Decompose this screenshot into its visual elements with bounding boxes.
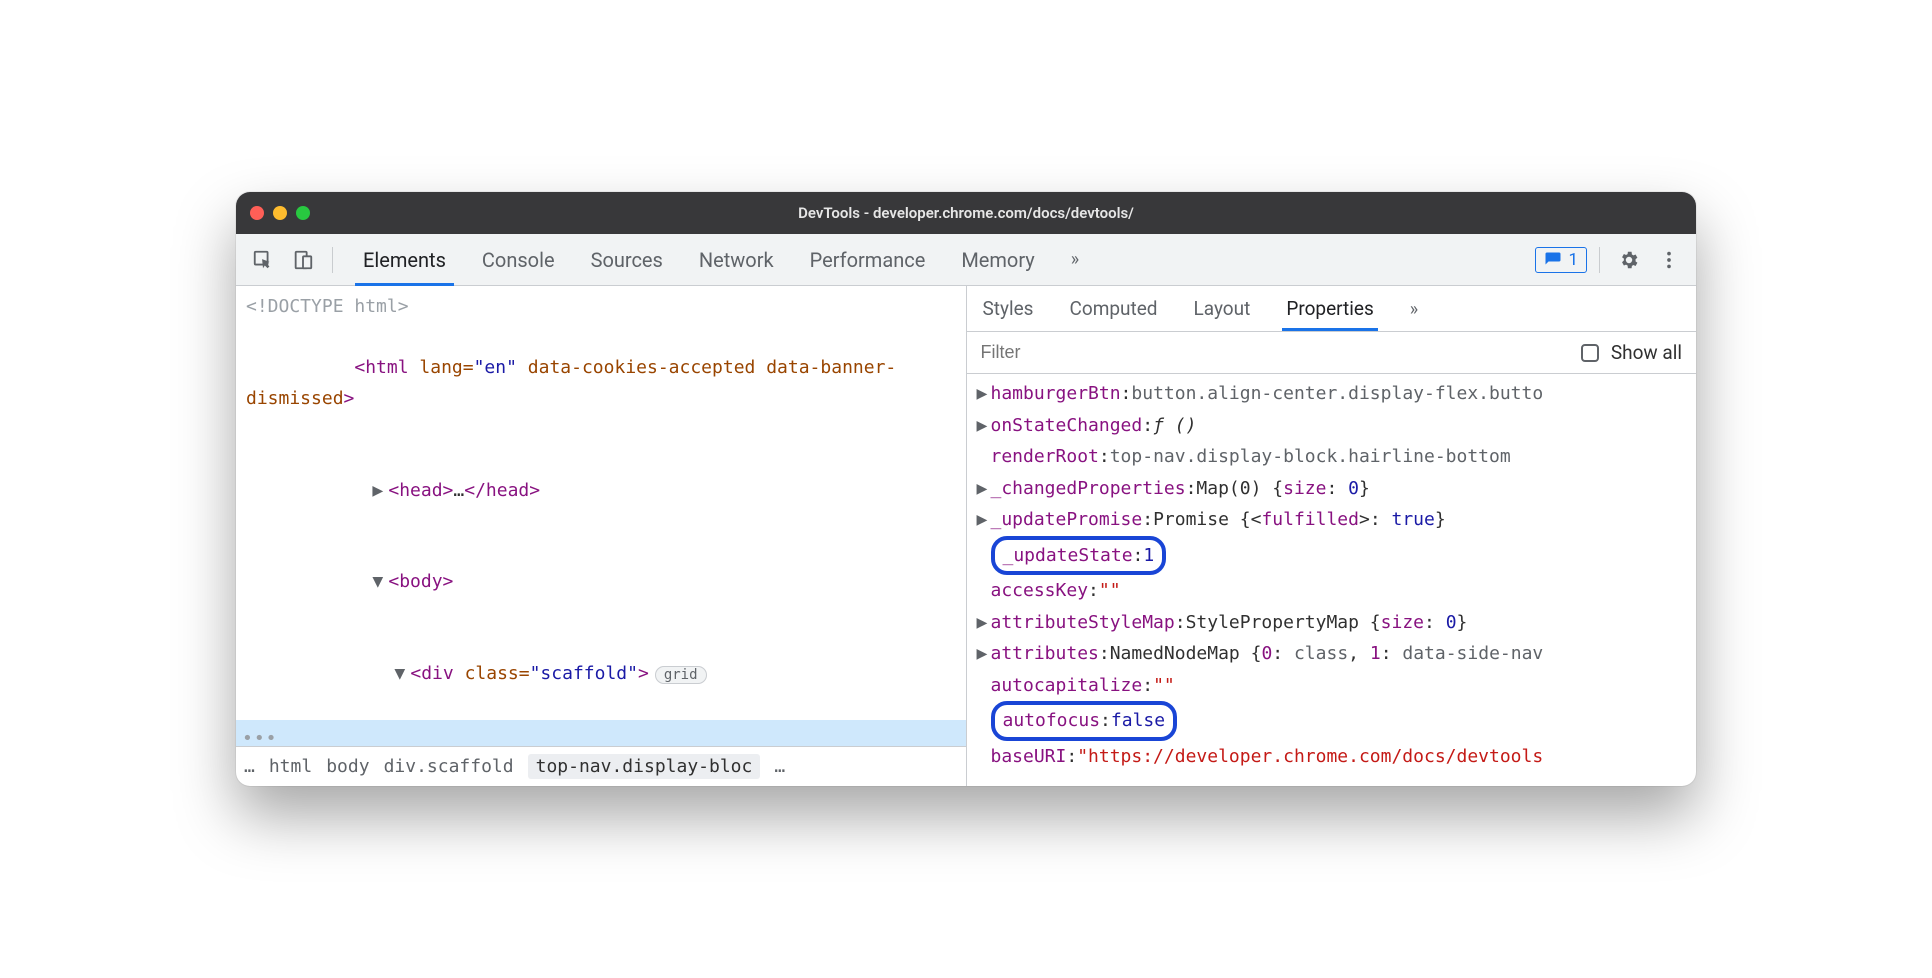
elements-panel: <!DOCTYPE html> <html lang="en" data-coo… (236, 286, 967, 786)
prop-row[interactable]: renderRoot: top-nav.display-block.hairli… (967, 441, 1697, 473)
tab-sources[interactable]: Sources (573, 234, 681, 285)
devtools-window: DevTools - developer.chrome.com/docs/dev… (236, 192, 1696, 786)
tab-layout[interactable]: Layout (1190, 287, 1255, 330)
breadcrumb-body[interactable]: body (326, 756, 369, 777)
issues-button[interactable]: 1 (1535, 247, 1587, 273)
expand-arrow-icon[interactable]: ▶ (977, 638, 991, 670)
main-toolbar: Elements Console Sources Network Perform… (236, 234, 1696, 286)
expand-arrow-icon[interactable]: ▶ (977, 607, 991, 639)
prop-row[interactable]: accessKey: "" (967, 575, 1697, 607)
show-all-checkbox[interactable] (1581, 344, 1599, 362)
collapse-arrow-icon[interactable]: ▼ (372, 567, 388, 598)
breadcrumb-topnav[interactable]: top-nav.display-bloc (528, 754, 761, 779)
toolbar-separator (1599, 247, 1600, 273)
dom-scaffold[interactable]: ▼<div class="scaffold">grid (236, 629, 966, 721)
tab-console[interactable]: Console (464, 234, 573, 285)
panels-split: <!DOCTYPE html> <html lang="en" data-coo… (236, 286, 1696, 786)
show-all-label: Show all (1611, 341, 1682, 364)
prop-row[interactable]: ▶attributes: NamedNodeMap {0: class, 1: … (967, 638, 1697, 670)
sidebar-tabs: Styles Computed Layout Properties » (967, 286, 1697, 332)
tab-properties[interactable]: Properties (1282, 287, 1377, 330)
maximize-window-button[interactable] (296, 206, 310, 220)
breadcrumb-scaffold[interactable]: div.scaffold (384, 756, 514, 777)
tab-computed[interactable]: Computed (1066, 287, 1162, 330)
prop-row[interactable]: autocapitalize: "" (967, 670, 1697, 702)
kebab-menu-icon[interactable] (1652, 243, 1686, 277)
chevron-double-right-icon: » (1071, 249, 1079, 270)
dom-html-open[interactable]: <html lang="en" data-cookies-accepted da… (236, 323, 966, 445)
filter-input[interactable] (981, 342, 1569, 363)
toolbar-separator (332, 247, 333, 273)
prop-row-highlighted[interactable]: _updateState: 1 (967, 536, 1697, 576)
prop-row[interactable]: baseURI: "https://developer.chrome.com/d… (967, 741, 1697, 773)
grid-badge[interactable]: grid (655, 666, 707, 684)
window-title: DevTools - developer.chrome.com/docs/dev… (236, 204, 1696, 222)
sidebar-panel: Styles Computed Layout Properties » Show… (967, 286, 1697, 786)
tab-memory[interactable]: Memory (943, 234, 1052, 285)
collapse-arrow-icon[interactable]: ▼ (394, 659, 410, 690)
expand-arrow-icon[interactable]: ▶ (977, 504, 991, 536)
dom-tree[interactable]: <!DOCTYPE html> <html lang="en" data-coo… (236, 286, 966, 746)
prop-row[interactable]: ▶onStateChanged: ƒ () (967, 410, 1697, 442)
prop-row-highlighted[interactable]: autofocus: false (967, 701, 1697, 741)
device-toggle-icon[interactable] (286, 243, 320, 277)
breadcrumb-bar: … html body div.scaffold top-nav.display… (236, 746, 966, 786)
dom-body[interactable]: ▼<body> (236, 537, 966, 629)
more-sidebar-tabs[interactable]: » (1406, 287, 1422, 330)
inspect-element-icon[interactable] (246, 243, 280, 277)
breadcrumb-html[interactable]: html (269, 756, 312, 777)
more-tabs-button[interactable]: » (1053, 234, 1097, 285)
chevron-double-right-icon: » (1410, 299, 1418, 320)
gutter-ellipsis-icon: ••• (242, 724, 278, 746)
tab-styles[interactable]: Styles (979, 287, 1038, 330)
minimize-window-button[interactable] (273, 206, 287, 220)
selected-node[interactable]: ••• ▶<top-nav class="display-block hairl… (236, 720, 966, 746)
properties-filter-bar: Show all (967, 332, 1697, 374)
close-window-button[interactable] (250, 206, 264, 220)
prop-row[interactable]: ▶_changedProperties: Map(0) {size: 0} (967, 473, 1697, 505)
expand-arrow-icon[interactable]: ▶ (977, 378, 991, 410)
window-controls (250, 206, 310, 220)
prop-row[interactable]: ▶attributeStyleMap: StylePropertyMap {si… (967, 607, 1697, 639)
tab-performance[interactable]: Performance (792, 234, 944, 285)
dom-doctype[interactable]: <!DOCTYPE html> (236, 292, 966, 323)
tab-elements[interactable]: Elements (345, 234, 464, 285)
prop-row[interactable]: ▶_updatePromise: Promise {<fulfilled>: t… (967, 504, 1697, 536)
titlebar: DevTools - developer.chrome.com/docs/dev… (236, 192, 1696, 234)
prop-row[interactable]: ▶hamburgerBtn: button.align-center.displ… (967, 378, 1697, 410)
settings-icon[interactable] (1612, 243, 1646, 277)
properties-list[interactable]: ▶hamburgerBtn: button.align-center.displ… (967, 374, 1697, 786)
expand-arrow-icon[interactable]: ▶ (977, 410, 991, 442)
tab-network[interactable]: Network (681, 234, 792, 285)
expand-arrow-icon[interactable]: ▶ (372, 476, 388, 507)
main-tabs: Elements Console Sources Network Perform… (345, 234, 1097, 285)
breadcrumb-overflow-right[interactable]: … (774, 756, 785, 777)
dom-head[interactable]: ▶<head>…</head> (236, 445, 966, 537)
expand-arrow-icon[interactable]: ▶ (977, 473, 991, 505)
issues-count: 1 (1568, 250, 1578, 270)
breadcrumb-overflow[interactable]: … (244, 756, 255, 777)
